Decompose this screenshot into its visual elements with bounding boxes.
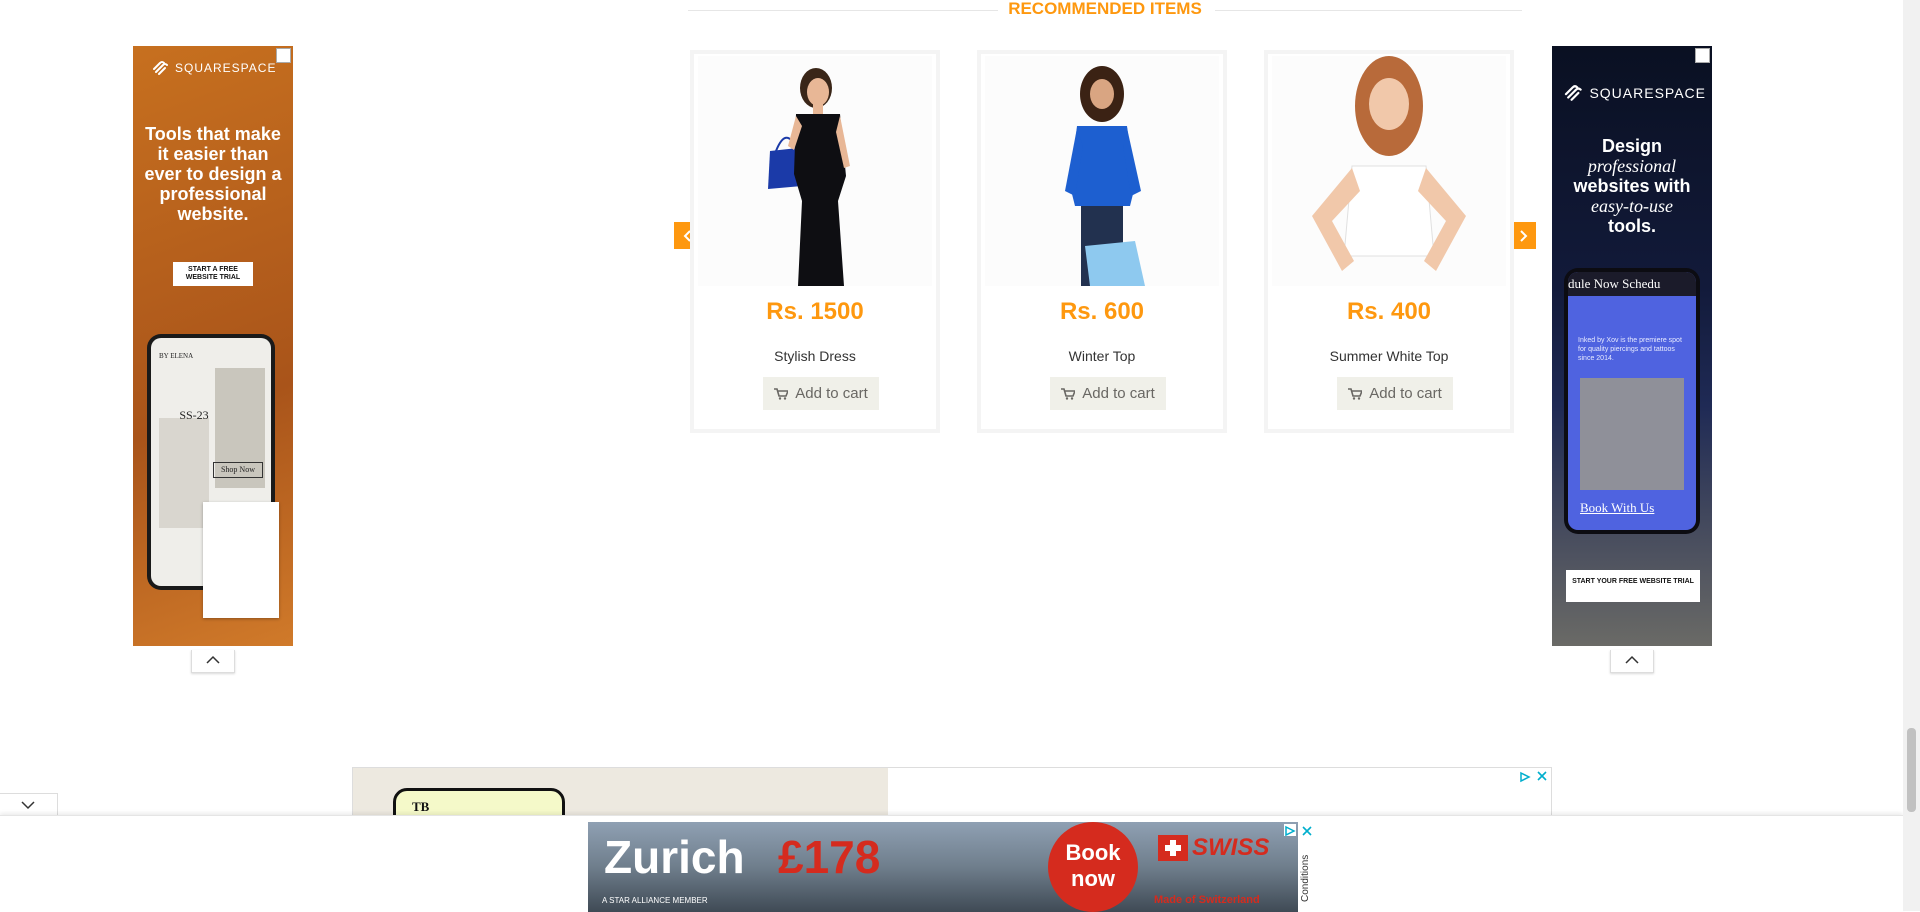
ad-phone-header: dule Now Schedu (1568, 272, 1696, 296)
middle-banner-ad[interactable]: TB (352, 767, 1552, 817)
scrollbar-thumb[interactable] (1907, 728, 1916, 812)
add-to-cart-label: Add to cart (1082, 385, 1155, 402)
ad-footer-right: Made of Switzerland (1154, 894, 1260, 906)
section-title: RECOMMENDED ITEMS (1008, 0, 1202, 18)
ad-city: Zurich (604, 831, 745, 883)
ad-headline-line: professional (1587, 156, 1677, 176)
ad-phone-brand: BY ELENA (159, 352, 194, 360)
product-card: Rs. 1500 Stylish Dress Add to cart (690, 50, 940, 433)
squarespace-logo-icon (1564, 85, 1582, 101)
right-squarespace-ad[interactable]: SQUARESPACE Design professional websites… (1552, 46, 1712, 646)
ad-phone-mockup: TB (393, 788, 565, 816)
ad-brand: SQUARESPACE (151, 60, 281, 76)
ad-collapse-button[interactable] (191, 650, 235, 673)
left-squarespace-ad[interactable]: SQUARESPACE Tools that make it easier th… (133, 46, 293, 646)
ad-headline: Tools that make it easier than ever to d… (144, 124, 282, 224)
ad-headline-line: Design (1601, 136, 1662, 156)
product-name: Summer White Top (1329, 348, 1449, 364)
ad-cta-button[interactable]: START YOUR FREE WEBSITE TRIAL (1566, 570, 1700, 602)
ad-headline-line: easy-to-use (1591, 196, 1673, 216)
ad-partial-text: TB (412, 799, 430, 814)
close-icon[interactable] (1536, 769, 1548, 781)
ad-phone-button: Shop Now (213, 462, 263, 478)
chevron-up-icon (206, 655, 220, 664)
close-icon[interactable] (1301, 824, 1313, 836)
ad-phone-text: SS-23 (179, 408, 209, 422)
add-to-cart-label: Add to cart (795, 385, 868, 402)
ad-phone-mockup: dule Now Schedu Inked by Xov is the prem… (1564, 268, 1700, 534)
ad-price: £178 (778, 831, 881, 883)
add-to-cart-button[interactable]: Add to cart (763, 377, 879, 410)
product-price: Rs. 600 (1059, 298, 1145, 325)
ad-headline-line: tools. (1608, 216, 1656, 236)
ad-choices-icon[interactable] (1695, 48, 1710, 63)
ad-brand-label: SQUARESPACE (175, 61, 277, 75)
page-scrollbar[interactable] (1903, 0, 1920, 911)
chevron-down-icon (21, 801, 35, 810)
ad-choices-icon[interactable] (1519, 770, 1531, 783)
ad-headline-line: websites with (1573, 176, 1691, 196)
swiss-logo: SWISS (1158, 834, 1269, 862)
ad-phone-photo (1580, 378, 1684, 490)
section-divider-left (688, 10, 998, 11)
ad-phone-link: Book With Us (1580, 500, 1655, 515)
product-name: Winter Top (1068, 348, 1136, 364)
ad-conditions-link[interactable]: Conditions (1300, 855, 1311, 902)
ad-footer-left: A STAR ALLIANCE MEMBER (602, 896, 708, 905)
product-name: Stylish Dress (774, 348, 856, 364)
product-card: Rs. 600 Winter Top Add to cart (977, 50, 1227, 433)
sticky-bottom-bar: Zurich £178 Book now SWISS A STAR ALLIAN… (0, 815, 1903, 912)
ad-cta-button[interactable]: START A FREE WEBSITE TRIAL (173, 262, 253, 286)
ad-phone-body: Inked by Xov is the premiere spot for qu… (1578, 337, 1682, 362)
product-price: Rs. 400 (1346, 298, 1432, 325)
chevron-up-icon (1625, 655, 1639, 664)
chevron-right-icon (1519, 229, 1527, 242)
add-to-cart-label: Add to cart (1369, 385, 1442, 402)
ad-headline: Design professional websites with easy-t… (1552, 136, 1712, 236)
product-image[interactable] (985, 56, 1219, 286)
shopping-cart-icon (1348, 387, 1363, 400)
ad-collapse-button[interactable] (1610, 650, 1654, 673)
sticky-ad-collapse-button[interactable] (0, 793, 58, 817)
product-price: Rs. 1500 (766, 298, 864, 325)
ad-brand-label: SQUARESPACE (1589, 85, 1706, 101)
section-divider-right (1215, 10, 1522, 11)
swiss-banner-ad[interactable]: Zurich £178 Book now SWISS A STAR ALLIAN… (588, 822, 1316, 912)
shopping-cart-icon (774, 387, 789, 400)
shopping-cart-icon (1061, 387, 1076, 400)
product-image[interactable] (1272, 56, 1506, 286)
ad-brand-label: SWISS (1192, 834, 1270, 861)
ad-brand: SQUARESPACE (1562, 84, 1706, 102)
ad-book-button[interactable]: Book now (1048, 822, 1138, 912)
swiss-flag-icon (1158, 835, 1188, 861)
product-image[interactable] (698, 56, 932, 286)
ad-editor-panel (203, 502, 279, 618)
ad-choices-icon[interactable] (1284, 824, 1296, 837)
add-to-cart-button[interactable]: Add to cart (1337, 377, 1453, 410)
squarespace-logo-icon (153, 61, 168, 75)
add-to-cart-button[interactable]: Add to cart (1050, 377, 1166, 410)
product-card: Rs. 400 Summer White Top Add to cart (1264, 50, 1514, 433)
